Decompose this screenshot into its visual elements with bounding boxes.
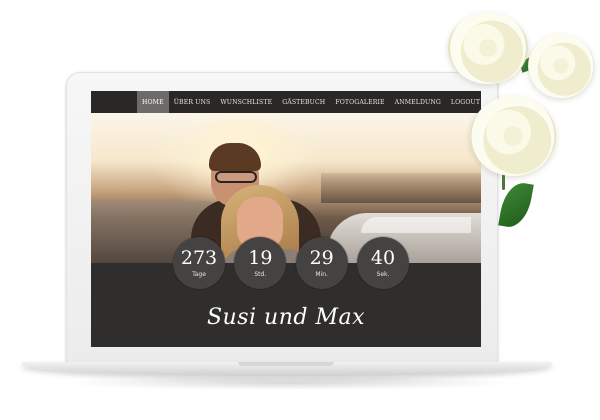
countdown-minutes-unit: Min.: [315, 270, 328, 278]
nav-item-home[interactable]: HOME: [137, 91, 169, 113]
nav-item-ueber-uns[interactable]: ÜBER UNS: [169, 91, 216, 113]
countdown-days-unit: Tage: [192, 270, 206, 278]
countdown-minutes-value: 29: [309, 246, 334, 269]
countdown-timer: 273 Tage 19 Std. 29 Min. 40 Sek.: [173, 237, 409, 293]
countdown-days-value: 273: [180, 246, 218, 269]
countdown-minutes: 29 Min.: [295, 237, 348, 289]
nav-item-fotogalerie[interactable]: FOTOGALERIE: [330, 91, 389, 113]
countdown-hours-value: 19: [248, 246, 273, 269]
rose-top-right: [528, 34, 594, 98]
nav-item-anmeldung[interactable]: ANMELDUNG: [390, 91, 446, 113]
harbor-background: [321, 173, 481, 203]
countdown-hours-unit: Std.: [254, 270, 267, 278]
countdown-hours: 19 Std.: [234, 237, 287, 289]
laptop-notch: [238, 362, 334, 366]
rose-top-left: [448, 12, 528, 84]
boat-windshield: [361, 217, 471, 233]
glasses: [215, 171, 257, 183]
rose-bottom: [470, 96, 556, 176]
main-navigation: HOME ÜBER UNS WUNSCHLISTE GÄSTEBUCH FOTO…: [91, 91, 481, 113]
laptop-shadow: [60, 376, 520, 390]
website-screen: HOME ÜBER UNS WUNSCHLISTE GÄSTEBUCH FOTO…: [91, 91, 481, 347]
nav-item-gaestebuch[interactable]: GÄSTEBUCH: [277, 91, 330, 113]
nav-item-wunschliste[interactable]: WUNSCHLISTE: [215, 91, 277, 113]
couple-names-title: Susi und Max: [206, 305, 366, 330]
countdown-seconds: 40 Sek.: [356, 237, 409, 289]
countdown-seconds-unit: Sek.: [376, 270, 390, 278]
countdown-days: 273 Tage: [173, 237, 225, 289]
nav-item-logout[interactable]: LOGOUT: [446, 91, 481, 113]
countdown-seconds-value: 40: [370, 246, 396, 269]
